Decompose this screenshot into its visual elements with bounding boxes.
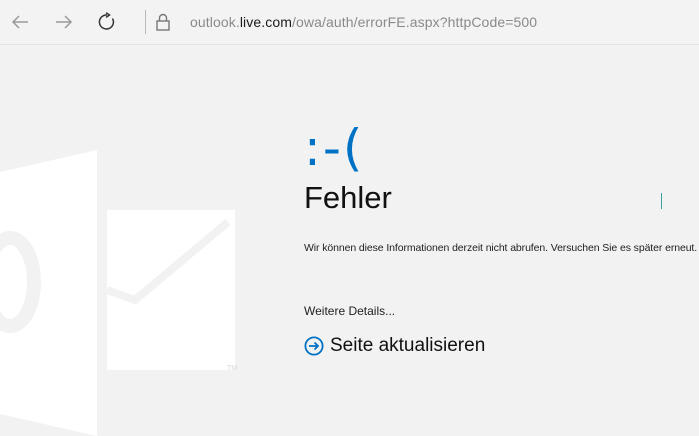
error-title: Fehler xyxy=(304,180,392,215)
refresh-page-label: Seite aktualisieren xyxy=(330,335,486,356)
url-host: live.com xyxy=(239,14,292,30)
url-prefix: outlook. xyxy=(190,14,240,30)
refresh-page-button[interactable]: Seite aktualisieren xyxy=(304,335,485,357)
url-path: /owa/auth/errorFE.aspx?httpCode=500 xyxy=(292,14,538,30)
text-cursor xyxy=(661,193,662,209)
refresh-icon xyxy=(98,12,115,30)
error-message: Wir können diese Informationen derzeit n… xyxy=(304,242,698,254)
reload-button[interactable] xyxy=(93,8,121,36)
back-button[interactable] xyxy=(6,8,34,36)
lock-icon xyxy=(156,13,170,31)
arrow-right-circle-icon xyxy=(304,336,324,356)
svg-text:TM: TM xyxy=(227,365,237,372)
forward-button[interactable] xyxy=(50,8,78,36)
toolbar-divider xyxy=(145,10,146,34)
address-bar[interactable]: outlook.live.com/owa/auth/errorFE.aspx?h… xyxy=(190,14,537,30)
more-details-link[interactable]: Weitere Details... xyxy=(304,304,395,318)
security-lock[interactable] xyxy=(153,10,173,34)
forward-arrow-icon xyxy=(56,15,73,29)
sad-face-emoticon: :-( xyxy=(304,119,365,177)
outlook-logo-icon: TM xyxy=(0,150,237,436)
back-arrow-icon xyxy=(11,15,28,29)
browser-toolbar: outlook.live.com/owa/auth/errorFE.aspx?h… xyxy=(0,0,699,45)
